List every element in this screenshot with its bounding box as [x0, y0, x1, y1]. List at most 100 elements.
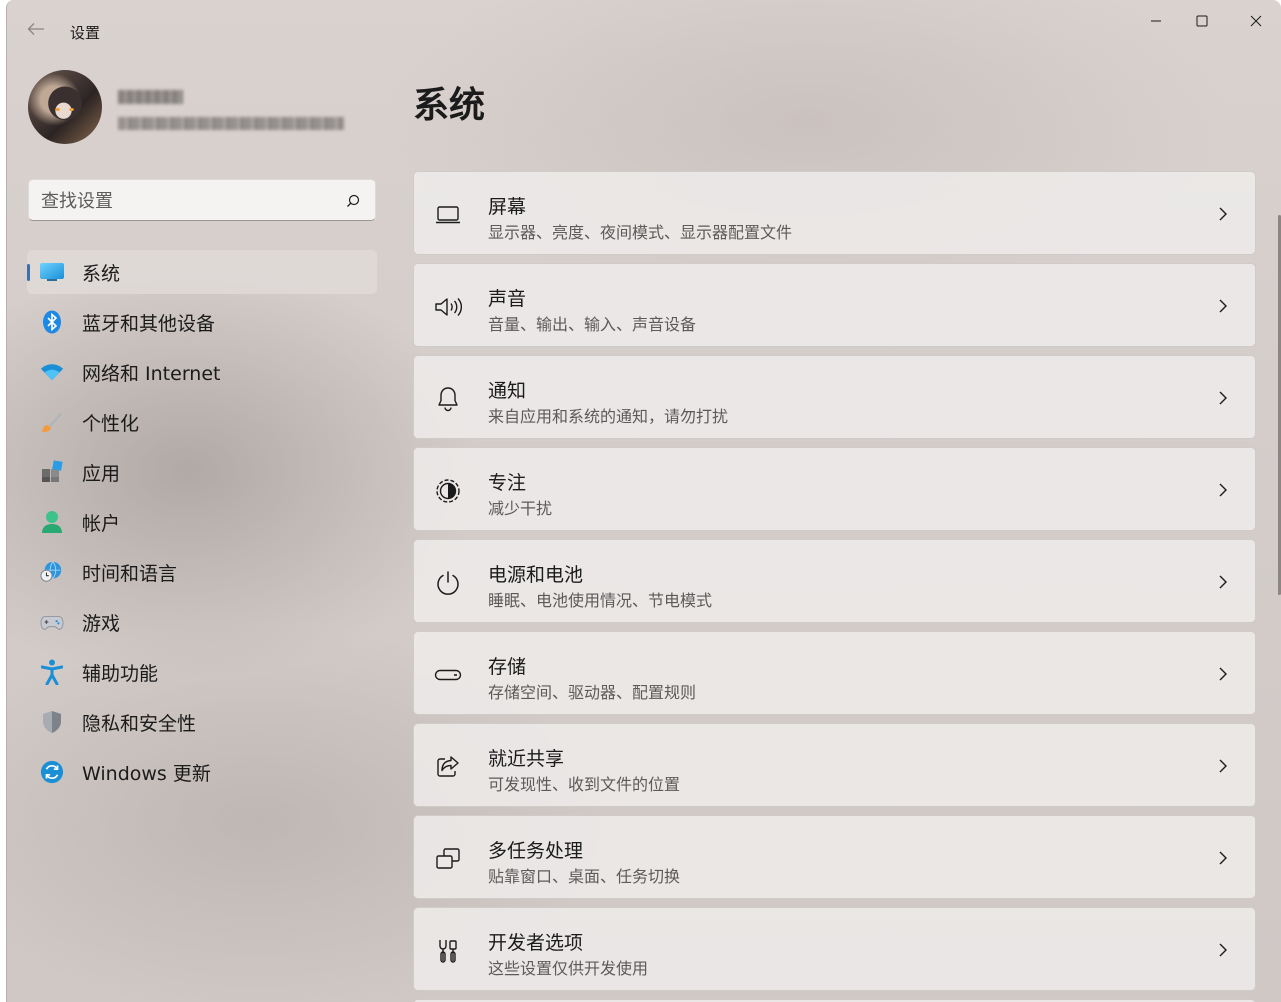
search-input[interactable]: [41, 189, 331, 213]
sidebar-item-label: 帐户: [82, 512, 121, 535]
user-email: ▇▇▇▇▇▇▇▇▇▇▇▇▇▇▇▇▇▇: [118, 117, 344, 130]
time-language-icon: [40, 560, 64, 584]
back-button[interactable]: [25, 20, 47, 42]
chevron-right-icon: [1219, 207, 1227, 221]
sidebar-item-apps[interactable]: 应用: [27, 450, 377, 494]
avatar-detail: [69, 108, 74, 111]
settings-card-focus[interactable]: 专注 减少干扰: [413, 447, 1256, 531]
chevron-right-icon: [1219, 851, 1227, 865]
minimize-icon: [1151, 20, 1161, 22]
sidebar-item-label: 辅助功能: [82, 662, 159, 685]
wifi-icon: [40, 360, 64, 384]
chevron-right-icon: [1219, 483, 1227, 497]
settings-card-storage[interactable]: 存储 存储空间、驱动器、配置规则: [413, 631, 1256, 715]
sidebar-item-label: 蓝牙和其他设备: [82, 312, 216, 335]
card-description: 存储空间、驱动器、配置规则: [488, 683, 697, 702]
monitor-icon: [434, 201, 462, 229]
user-name: ▇▇▇ ▇: [118, 90, 183, 104]
card-title: 电源和电池: [488, 564, 584, 586]
card-title: 专注: [488, 472, 527, 494]
card-title: 就近共享: [488, 748, 565, 770]
title-bar: 设置: [7, 0, 1281, 44]
avatar-detail: [55, 108, 60, 111]
multitasking-icon: [434, 845, 462, 873]
chevron-right-icon: [1219, 299, 1227, 313]
sidebar-item-label: 网络和 Internet: [82, 362, 221, 385]
sidebar-item-personalization[interactable]: 个性化: [27, 400, 377, 444]
speaker-icon: [434, 293, 462, 321]
focus-icon: [434, 477, 462, 505]
settings-card-display[interactable]: 屏幕 显示器、亮度、夜间模式、显示器配置文件: [413, 171, 1256, 255]
card-title: 开发者选项: [488, 932, 584, 954]
sidebar-item-label: 时间和语言: [82, 562, 178, 585]
card-description: 显示器、亮度、夜间模式、显示器配置文件: [488, 223, 793, 242]
card-title: 多任务处理: [488, 840, 584, 862]
sidebar-item-label: 系统: [82, 262, 121, 285]
chevron-right-icon: [1219, 391, 1227, 405]
maximize-icon: [1196, 15, 1208, 27]
card-description: 贴靠窗口、桌面、任务切换: [488, 867, 681, 886]
card-description: 可发现性、收到文件的位置: [488, 775, 681, 794]
sidebar-item-label: 游戏: [82, 612, 121, 635]
account-icon: [40, 510, 64, 534]
share-icon: [434, 753, 462, 781]
settings-card-notifications[interactable]: 通知 来自应用和系统的通知，请勿打扰: [413, 355, 1256, 439]
sidebar-item-network[interactable]: 网络和 Internet: [27, 350, 377, 394]
sidebar-item-label: 个性化: [82, 412, 140, 435]
card-description: 音量、输出、输入、声音设备: [488, 315, 697, 334]
shield-icon: [40, 710, 64, 734]
sidebar-item-bluetooth[interactable]: 蓝牙和其他设备: [27, 300, 377, 344]
apps-icon: [40, 460, 64, 484]
sidebar-item-accessibility[interactable]: 辅助功能: [27, 650, 377, 694]
system-display-icon: [40, 260, 64, 284]
app-title: 设置: [70, 24, 101, 42]
card-title: 屏幕: [488, 196, 527, 218]
sidebar-item-gaming[interactable]: 游戏: [27, 600, 377, 644]
arrow-left-icon: [27, 23, 44, 35]
card-description: 减少干扰: [488, 499, 553, 518]
sidebar-item-label: 应用: [82, 462, 121, 485]
settings-card-developer[interactable]: 开发者选项 这些设置仅供开发使用: [413, 907, 1256, 991]
close-button[interactable]: [1233, 6, 1279, 36]
minimize-button[interactable]: [1133, 6, 1179, 36]
sidebar-item-accounts[interactable]: 帐户: [27, 500, 377, 544]
chevron-right-icon: [1219, 759, 1227, 773]
card-description: 这些设置仅供开发使用: [488, 959, 649, 978]
bluetooth-icon: [40, 310, 64, 334]
page-title: 系统: [413, 85, 486, 126]
settings-card-power[interactable]: 电源和电池 睡眠、电池使用情况、节电模式: [413, 539, 1256, 623]
settings-window: 设置 ▇▇▇ ▇ ▇▇▇▇▇▇▇▇▇▇▇▇▇▇▇▇▇▇ 系统: [6, 0, 1281, 1002]
search-box[interactable]: [28, 179, 376, 221]
chevron-right-icon: [1219, 667, 1227, 681]
sidebar-item-label: 隐私和安全性: [82, 712, 197, 735]
close-icon: [1250, 15, 1262, 27]
sidebar-item-time-language[interactable]: 时间和语言: [27, 550, 377, 594]
gamepad-icon: [40, 610, 64, 634]
bell-icon: [434, 385, 462, 413]
chevron-right-icon: [1219, 575, 1227, 589]
sidebar-item-label: Windows 更新: [82, 762, 211, 785]
settings-card-multitasking[interactable]: 多任务处理 贴靠窗口、桌面、任务切换: [413, 815, 1256, 899]
settings-card-nearby-sharing[interactable]: 就近共享 可发现性、收到文件的位置: [413, 723, 1256, 807]
settings-list: 屏幕 显示器、亮度、夜间模式、显示器配置文件 声音 音量、输出、输入、声音设备 …: [413, 171, 1256, 1002]
windows-update-icon: [40, 760, 64, 784]
sidebar-nav: 系统 蓝牙和其他设备 网络和 Internet 个性化 应用 帐户 时间和语言 …: [27, 250, 377, 800]
power-icon: [434, 569, 462, 597]
sidebar-item-system[interactable]: 系统: [27, 250, 377, 294]
paintbrush-icon: [40, 410, 64, 434]
card-title: 通知: [488, 380, 527, 402]
card-title: 声音: [488, 288, 527, 310]
developer-tools-icon: [434, 937, 462, 965]
search-icon[interactable]: [345, 193, 361, 209]
sidebar-item-privacy[interactable]: 隐私和安全性: [27, 700, 377, 744]
sidebar-item-windows-update[interactable]: Windows 更新: [27, 750, 377, 794]
accessibility-icon: [40, 659, 64, 685]
settings-card-sound[interactable]: 声音 音量、输出、输入、声音设备: [413, 263, 1256, 347]
storage-icon: [434, 661, 462, 689]
card-description: 来自应用和系统的通知，请勿打扰: [488, 407, 729, 426]
card-title: 存储: [488, 656, 527, 678]
chevron-right-icon: [1219, 943, 1227, 957]
avatar[interactable]: [28, 70, 102, 144]
card-description: 睡眠、电池使用情况、节电模式: [488, 591, 713, 610]
maximize-button[interactable]: [1179, 6, 1225, 36]
